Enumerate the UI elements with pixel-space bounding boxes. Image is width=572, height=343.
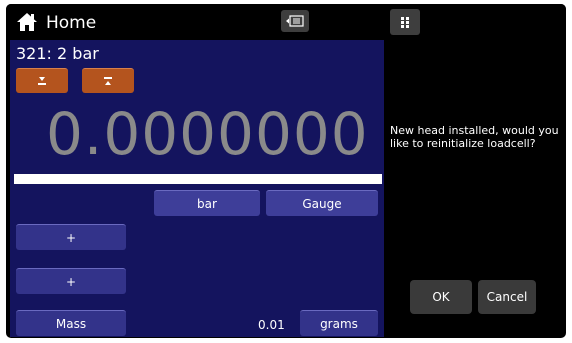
back-button[interactable] (281, 10, 309, 32)
mass-unit-button[interactable]: grams (300, 310, 378, 336)
mass-button[interactable]: Mass (16, 310, 126, 336)
dialog-message: New head installed, would you like to re… (390, 124, 559, 150)
home-icon[interactable] (16, 12, 38, 32)
mode-button[interactable]: Gauge (266, 190, 378, 216)
page-title: Home (46, 13, 97, 33)
plus-button-1[interactable]: + (16, 224, 126, 250)
menu-button[interactable] (390, 9, 420, 35)
tare-down-icon (38, 77, 46, 85)
tare-up-button[interactable] (82, 68, 134, 93)
pressure-reading: 0.0000000 (46, 100, 369, 168)
mass-value: 0.01 (258, 318, 285, 332)
plus-button-2[interactable]: + (16, 268, 126, 294)
cancel-button[interactable]: Cancel (478, 280, 536, 314)
grid-icon (401, 17, 409, 28)
channel-panel: 321: 2 bar 0.0000000 bar Gauge + + Mass … (10, 40, 384, 337)
screen: Home 321: 2 bar 0.0000000 bar Gauge + + … (6, 4, 566, 338)
tare-up-icon (104, 77, 112, 85)
channel-label: 321: 2 bar (16, 44, 99, 63)
back-list-icon (286, 15, 304, 27)
progress-bar (14, 174, 382, 184)
unit-button[interactable]: bar (154, 190, 260, 216)
ok-button[interactable]: OK (410, 280, 472, 314)
tare-down-button[interactable] (16, 68, 68, 93)
top-bar: Home (6, 4, 566, 40)
